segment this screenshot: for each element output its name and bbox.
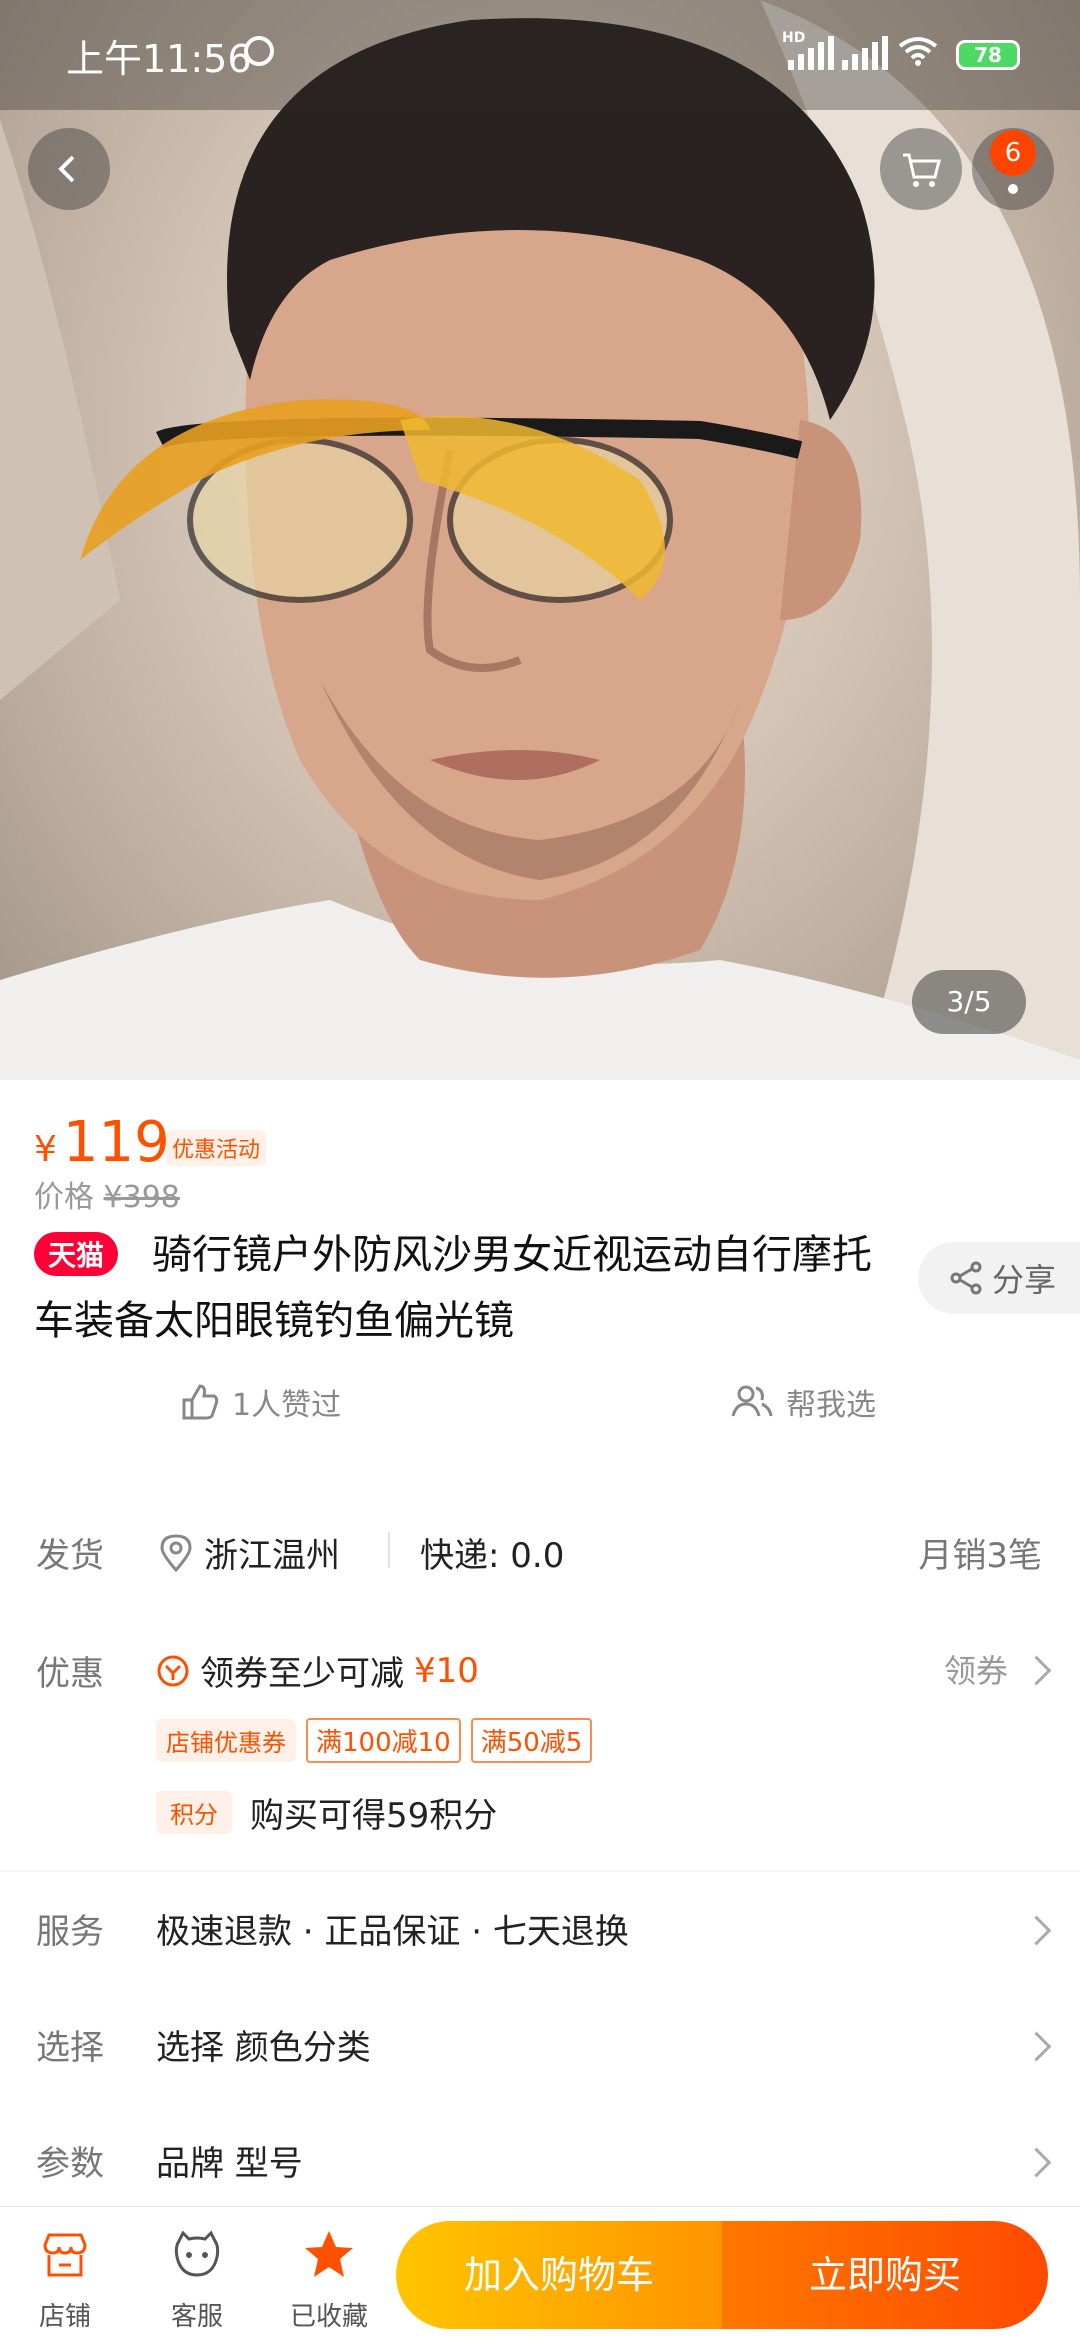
share-label: 分享 xyxy=(992,1261,1057,1299)
cart-button[interactable] xyxy=(880,128,962,210)
shipping-location: 浙江温州 xyxy=(160,1528,340,1577)
bottom-action-bar: 店铺 客服 已收藏 加入购物车 立即购买 xyxy=(0,2206,1080,2341)
service-label: 服务 xyxy=(36,1912,104,1952)
buy-now-button[interactable]: 立即购买 xyxy=(722,2221,1048,2329)
signal-icon xyxy=(788,36,834,70)
image-counter: 3/5 xyxy=(912,970,1026,1034)
original-price-label: 价格 xyxy=(34,1180,94,1215)
params-label: 参数 xyxy=(36,2144,104,2184)
location-pin-icon xyxy=(160,1533,192,1572)
battery-indicator: 78 xyxy=(956,40,1020,70)
store-coupon-tag: 店铺优惠券 xyxy=(156,1719,296,1762)
original-price-value: ¥398 xyxy=(103,1180,180,1215)
points-row: 积分 购买可得59积分 xyxy=(156,1788,497,1837)
favorite-tab[interactable]: 已收藏 xyxy=(274,2227,384,2333)
star-icon xyxy=(305,2231,353,2277)
wifi-icon xyxy=(898,37,938,66)
coupon-icon xyxy=(157,1655,189,1686)
dot-icon xyxy=(1008,184,1018,194)
customer-service-icon xyxy=(174,2230,220,2277)
chevron-right-icon xyxy=(1021,1915,1052,1946)
shipping-discount-section: 发货 浙江温州 快递: 0.0 月销3笔 优惠 领券至少可减 ¥10 领券 店铺… xyxy=(0,1490,1080,1870)
coupon-tier-tag[interactable]: 满50减5 xyxy=(470,1718,593,1763)
store-label: 店铺 xyxy=(38,2302,91,2332)
price: ¥ 119 xyxy=(34,1110,170,1175)
coupon-tags: 店铺优惠券 满100减10 满50减5 xyxy=(156,1718,593,1763)
params-row[interactable]: 参数 品牌 型号 xyxy=(0,2104,1080,2214)
back-button[interactable] xyxy=(28,128,110,210)
chevron-right-icon xyxy=(1021,1655,1052,1686)
shipping-label: 发货 xyxy=(36,1536,104,1576)
monthly-sales: 月销3笔 xyxy=(918,1536,1042,1576)
coupon-tier-tag[interactable]: 满100减10 xyxy=(306,1718,461,1763)
service-row[interactable]: 服务 极速退款 · 正品保证 · 七天退换 xyxy=(0,1872,1080,1982)
service-value: 极速退款 · 正品保证 · 七天退换 xyxy=(156,1912,629,1952)
help-me-choose-button[interactable]: 帮我选 xyxy=(730,1380,876,1424)
customer-service-label: 客服 xyxy=(170,2302,223,2332)
share-icon xyxy=(950,1261,982,1295)
params-value: 品牌 型号 xyxy=(156,2144,303,2184)
points-tag: 积分 xyxy=(156,1791,232,1834)
share-button[interactable]: 分享 xyxy=(918,1242,1080,1314)
like-button[interactable]: 1人赞过 xyxy=(180,1380,341,1424)
points-text: 购买可得59积分 xyxy=(250,1796,498,1836)
store-tab[interactable]: 店铺 xyxy=(10,2227,120,2333)
helpme-label: 帮我选 xyxy=(786,1388,876,1423)
original-price: 价格 ¥398 xyxy=(34,1172,180,1216)
favorite-label: 已收藏 xyxy=(289,2302,368,2332)
coupon-text: 领券至少可减 xyxy=(200,1654,404,1694)
cart-icon xyxy=(903,153,941,187)
get-coupon-link[interactable]: 领券 xyxy=(944,1646,1008,1692)
message-badge: 6 xyxy=(990,130,1036,176)
price-symbol: ¥ xyxy=(34,1129,57,1170)
select-row[interactable]: 选择 选择 颜色分类 xyxy=(0,1988,1080,2098)
coupon-amount: ¥10 xyxy=(414,1650,479,1691)
people-icon xyxy=(731,1385,773,1417)
add-to-cart-button[interactable]: 加入购物车 xyxy=(396,2221,722,2329)
product-info: ¥ 119 优惠活动 价格 ¥398 天猫 骑行镜户外防风沙男女近视运动自行摩托… xyxy=(0,1080,1080,1490)
product-title: 骑行镜户外防风沙男女近视运动自行摩托车装备太阳眼镜钓鱼偏光镜 xyxy=(34,1232,872,1344)
chevron-right-icon xyxy=(1021,2031,1052,2062)
thumbs-up-icon xyxy=(182,1384,219,1420)
store-icon xyxy=(43,2233,87,2277)
status-bar: 上午11:56 HD 78 xyxy=(0,0,1080,110)
status-time: 上午11:56 xyxy=(66,37,252,81)
select-value: 选择 颜色分类 xyxy=(156,2028,371,2068)
promo-badge[interactable]: 优惠活动 xyxy=(166,1130,267,1166)
signal-icon-2 xyxy=(842,36,888,70)
service-section: 服务 极速退款 · 正品保证 · 七天退换 选择 选择 颜色分类 参数 品牌 型… xyxy=(0,1872,1080,2212)
price-value: 119 xyxy=(62,1110,170,1175)
likes-label: 1人赞过 xyxy=(232,1388,342,1423)
location-text: 浙江温州 xyxy=(204,1536,340,1576)
divider xyxy=(388,1532,390,1568)
coupon-line[interactable]: 领券至少可减 ¥10 xyxy=(156,1646,479,1695)
chevron-left-icon xyxy=(58,155,75,183)
express-fee: 快递: 0.0 xyxy=(420,1536,565,1576)
alarm-icon xyxy=(244,36,274,66)
discount-label: 优惠 xyxy=(36,1654,104,1694)
select-label: 选择 xyxy=(36,2028,104,2068)
chevron-right-icon xyxy=(1021,2147,1052,2178)
customer-service-tab[interactable]: 客服 xyxy=(142,2227,252,2333)
